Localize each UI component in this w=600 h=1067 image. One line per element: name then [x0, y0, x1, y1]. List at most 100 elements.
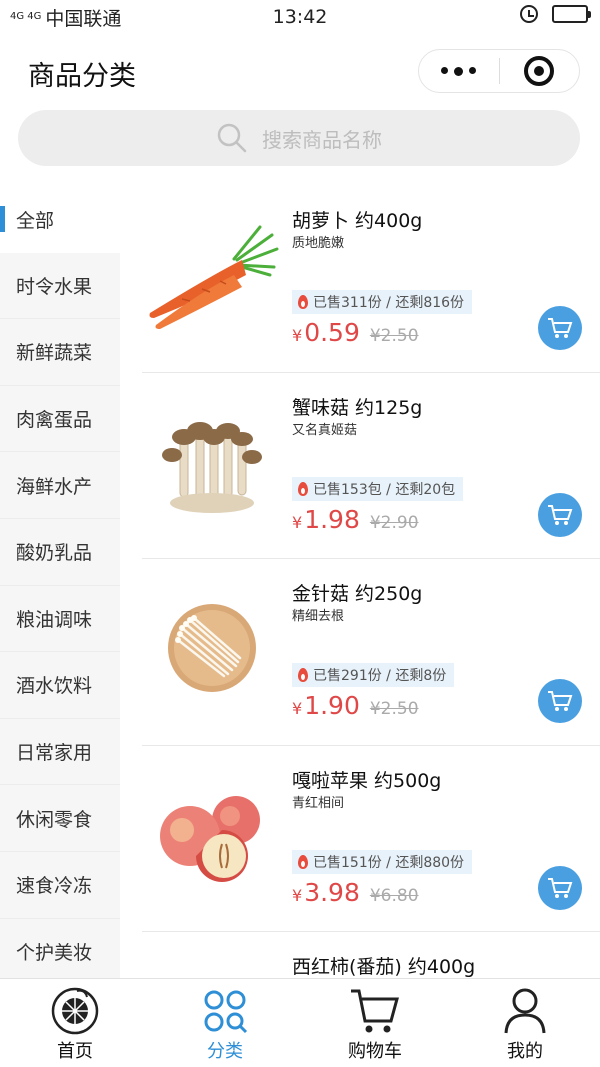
category-label: 时令水果: [16, 275, 93, 298]
current-price: 1.90: [304, 691, 360, 720]
category-label: 海鲜水产: [16, 475, 93, 498]
category-label: 新鲜蔬菜: [16, 342, 93, 365]
product-card[interactable]: 蟹味菇 约125g 又名真姬菇 已售153包 / 还剩20包 ¥1.98 ¥2.…: [142, 373, 600, 559]
product-name: 胡萝卜 约400g: [292, 210, 423, 232]
product-desc: 又名真姬菇: [292, 422, 358, 438]
stock-text: 已售153包 / 还剩20包: [313, 481, 456, 498]
tab-label: 分类: [207, 1041, 243, 1062]
battery-icon: [552, 5, 591, 23]
price-row: ¥0.59 ¥2.50: [292, 318, 419, 347]
stock-text: 已售151份 / 还剩880份: [313, 854, 465, 871]
category-item-dairy[interactable]: 酸奶乳品: [0, 519, 120, 586]
product-desc: 质地脆嫩: [292, 236, 345, 251]
stock-text: 已售311份 / 还剩816份: [313, 295, 465, 311]
clock: 13:42: [272, 6, 328, 28]
close-button[interactable]: [500, 56, 580, 86]
mushroom-image: [142, 397, 282, 527]
alarm-icon: [520, 5, 538, 23]
stock-badge: 已售291份 / 还剩8份: [292, 663, 455, 687]
cart-icon: [548, 504, 573, 525]
current-price: 1.98: [304, 504, 360, 534]
tab-label: 首页: [57, 1041, 93, 1062]
currency-symbol: ¥: [292, 326, 303, 345]
price-row: ¥1.98 ¥2.90: [292, 505, 419, 534]
category-label: 休闲零食: [16, 808, 93, 831]
product-card[interactable]: 金针菇 约250g 精细去根 已售291份 / 还剩8份 ¥1.90 ¥2.50: [142, 559, 600, 746]
add-to-cart-button[interactable]: [538, 865, 582, 910]
original-price: ¥2.90: [369, 512, 419, 533]
shopping-cart-icon: [349, 987, 401, 1035]
search-icon: [216, 122, 248, 154]
currency-symbol: ¥: [292, 885, 303, 905]
search-bar[interactable]: 搜索商品名称: [18, 110, 580, 166]
add-to-cart-button[interactable]: [538, 492, 582, 537]
product-card[interactable]: 西红柿(番茄) 约400g: [142, 932, 600, 978]
tab-home[interactable]: 首页: [0, 979, 150, 1067]
category-item-meat-eggs[interactable]: 肉禽蛋品: [0, 386, 120, 453]
tab-cart[interactable]: 购物车: [300, 979, 450, 1067]
fire-icon: [298, 854, 308, 869]
product-card[interactable]: 嘎啦苹果 约500g 青红相间 已售151份 / 还剩880份 ¥3.98 ¥6…: [142, 746, 600, 932]
category-label: 个护美妆: [16, 941, 93, 964]
category-item-frozen[interactable]: 速食冷冻: [0, 852, 120, 919]
product-card[interactable]: 胡萝卜 约400g 质地脆嫩 已售311份 / 还剩816份 ¥0.59 ¥2.…: [142, 186, 600, 373]
add-to-cart-button[interactable]: [538, 306, 582, 350]
category-item-vegetables[interactable]: 新鲜蔬菜: [0, 319, 120, 386]
category-label: 酸奶乳品: [16, 542, 93, 565]
price-row: ¥3.98 ¥6.80: [292, 878, 419, 907]
category-item-household[interactable]: 日常家用: [0, 719, 120, 786]
tab-category[interactable]: 分类: [150, 979, 300, 1067]
product-list: 胡萝卜 约400g 质地脆嫩 已售311份 / 还剩816份 ¥0.59 ¥2.…: [120, 186, 600, 978]
status-bar: 4G 4G 中国联通 13:42: [0, 0, 600, 34]
original-price: ¥2.50: [369, 326, 419, 346]
category-item-grain-oil[interactable]: 粮油调味: [0, 586, 120, 653]
target-close-icon: [524, 56, 555, 86]
category-item-drinks[interactable]: 酒水饮料: [0, 652, 120, 719]
apple-image: [142, 770, 282, 900]
category-label: 粮油调味: [16, 608, 93, 631]
category-item-snacks[interactable]: 休闲零食: [0, 785, 120, 852]
product-desc: 青红相间: [292, 795, 345, 811]
original-price: ¥6.80: [369, 885, 419, 906]
search-placeholder: 搜索商品名称: [262, 127, 382, 152]
product-name: 金针菇 约250g: [292, 583, 423, 605]
category-grid-icon: [202, 987, 248, 1035]
fire-icon: [298, 295, 308, 309]
category-label: 日常家用: [16, 742, 93, 765]
category-item-personal-care[interactable]: 个护美妆: [0, 919, 120, 986]
category-item-fruit[interactable]: 时令水果: [0, 253, 120, 320]
fire-icon: [298, 481, 308, 496]
stock-badge: 已售151份 / 还剩880份: [292, 849, 473, 874]
category-item-seafood[interactable]: 海鲜水产: [0, 452, 120, 519]
stock-text: 已售291份 / 还剩8份: [313, 668, 447, 684]
bottom-tab-bar: 首页 分类 购物车 我的: [0, 978, 600, 1067]
stock-badge: 已售153包 / 还剩20包: [292, 476, 464, 501]
tab-label: 购物车: [348, 1041, 402, 1062]
cart-icon: [548, 691, 573, 711]
cart-icon: [548, 877, 573, 898]
category-label: 全部: [16, 209, 55, 232]
home-fruit-icon: [51, 987, 99, 1035]
more-dots-icon[interactable]: [419, 66, 499, 76]
category-label: 酒水饮料: [16, 675, 93, 698]
page-title: 商品分类: [28, 61, 136, 92]
current-price: 3.98: [304, 877, 360, 907]
product-name: 西红柿(番茄) 约400g: [292, 956, 476, 978]
product-name: 嘎啦苹果 约500g: [292, 769, 442, 792]
original-price: ¥2.50: [369, 699, 419, 719]
product-name: 蟹味菇 约125g: [292, 396, 423, 419]
mini-program-capsule: [418, 49, 580, 93]
category-item-all[interactable]: 全部: [0, 186, 120, 253]
user-profile-icon: [503, 987, 547, 1035]
tab-profile[interactable]: 我的: [450, 979, 600, 1067]
current-price: 0.59: [304, 318, 360, 347]
add-to-cart-button[interactable]: [538, 679, 582, 723]
product-desc: 精细去根: [292, 609, 345, 624]
category-sidebar: 全部 时令水果 新鲜蔬菜 肉禽蛋品 海鲜水产 酸奶乳品 粮油调味 酒水饮料 日常…: [0, 186, 120, 986]
price-row: ¥1.90 ¥2.50: [292, 691, 419, 720]
tab-label: 我的: [507, 1041, 543, 1062]
cart-icon: [548, 318, 573, 338]
nav-bar: 商品分类: [0, 34, 600, 108]
currency-symbol: ¥: [292, 699, 303, 718]
carrot-image: [142, 210, 282, 340]
